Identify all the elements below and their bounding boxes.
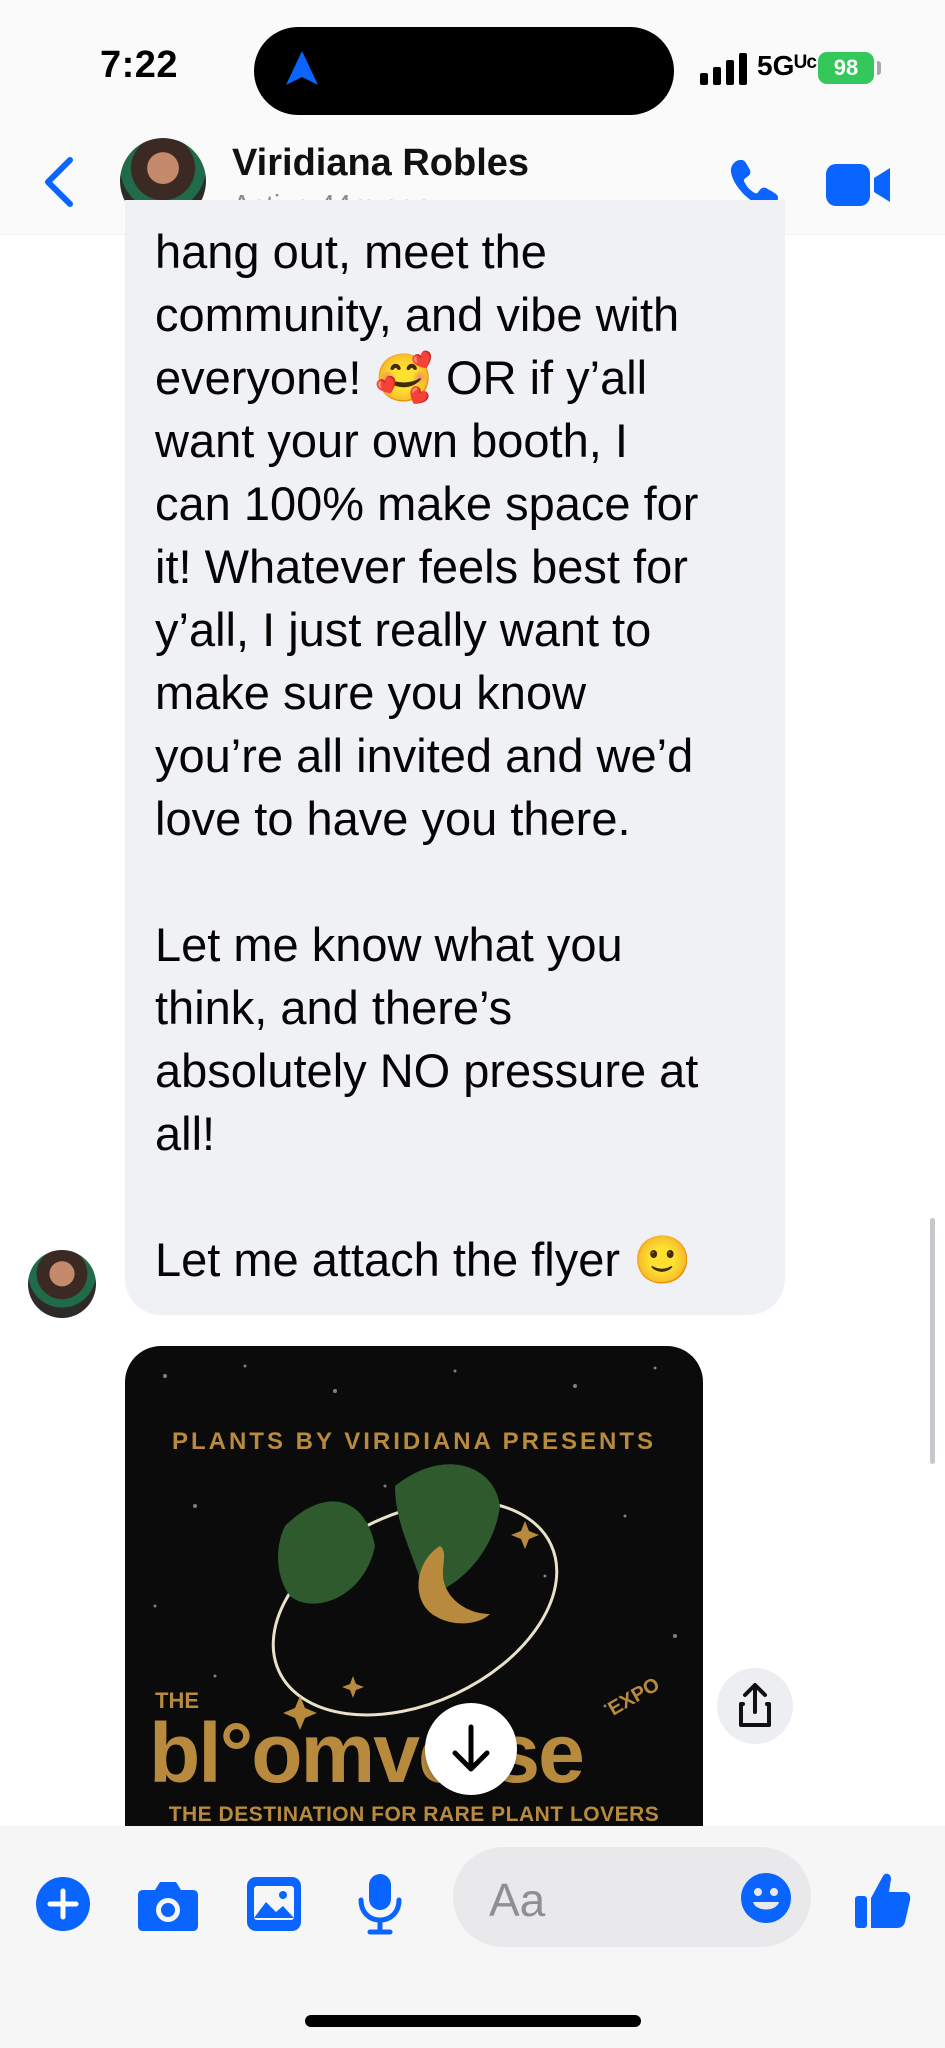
svg-text:EXPO: EXPO (605, 1673, 664, 1720)
plus-icon[interactable] (35, 1876, 91, 1932)
back-chevron-icon[interactable] (40, 156, 80, 208)
svg-text:bl°omverse: bl°omverse (149, 1706, 583, 1800)
message-input-placeholder: Aa (489, 1874, 546, 1926)
battery-nub (877, 61, 881, 75)
battery-indicator: 98 (818, 52, 874, 84)
network-label: 5Gᵁᶜ (757, 50, 818, 81)
status-bar: 7:22 5Gᵁᶜ 98 (0, 0, 945, 130)
signal-icon (700, 53, 747, 85)
share-button[interactable] (717, 1668, 793, 1744)
flyer-artwork: THE bl°omverse EXPO (149, 1364, 677, 1800)
download-button[interactable] (425, 1703, 517, 1795)
scrollbar[interactable] (930, 1218, 935, 1464)
message-text: hang out, meet the community, and vibe w… (155, 225, 699, 1286)
contact-name[interactable]: Viridiana Robles (232, 142, 529, 185)
share-icon (739, 1683, 771, 1727)
flyer-title: PLANTS BY VIRIDIANA PRESENTS (171, 1428, 657, 1455)
camera-icon[interactable] (137, 1876, 199, 1932)
thumbs-up-icon[interactable] (853, 1870, 911, 1930)
flyer-tagline: THE DESTINATION FOR RARE PLANT LOVERS (168, 1803, 660, 1826)
message-input[interactable]: Aa (453, 1847, 811, 1947)
mic-icon[interactable] (355, 1872, 405, 1936)
navigation-arrow-icon (286, 51, 318, 85)
emoji-icon[interactable] (740, 1872, 792, 1924)
photo-icon[interactable] (246, 1876, 302, 1932)
download-icon (452, 1724, 490, 1772)
home-indicator[interactable] (305, 2015, 641, 2027)
dynamic-island (254, 27, 674, 115)
sender-avatar[interactable] (28, 1250, 96, 1318)
flyer-image-attachment[interactable]: THE bl°omverse EXPO PLANTS BY VIRIDIANA … (125, 1346, 703, 1826)
status-time: 7:22 (100, 44, 179, 86)
video-icon[interactable] (826, 162, 892, 208)
